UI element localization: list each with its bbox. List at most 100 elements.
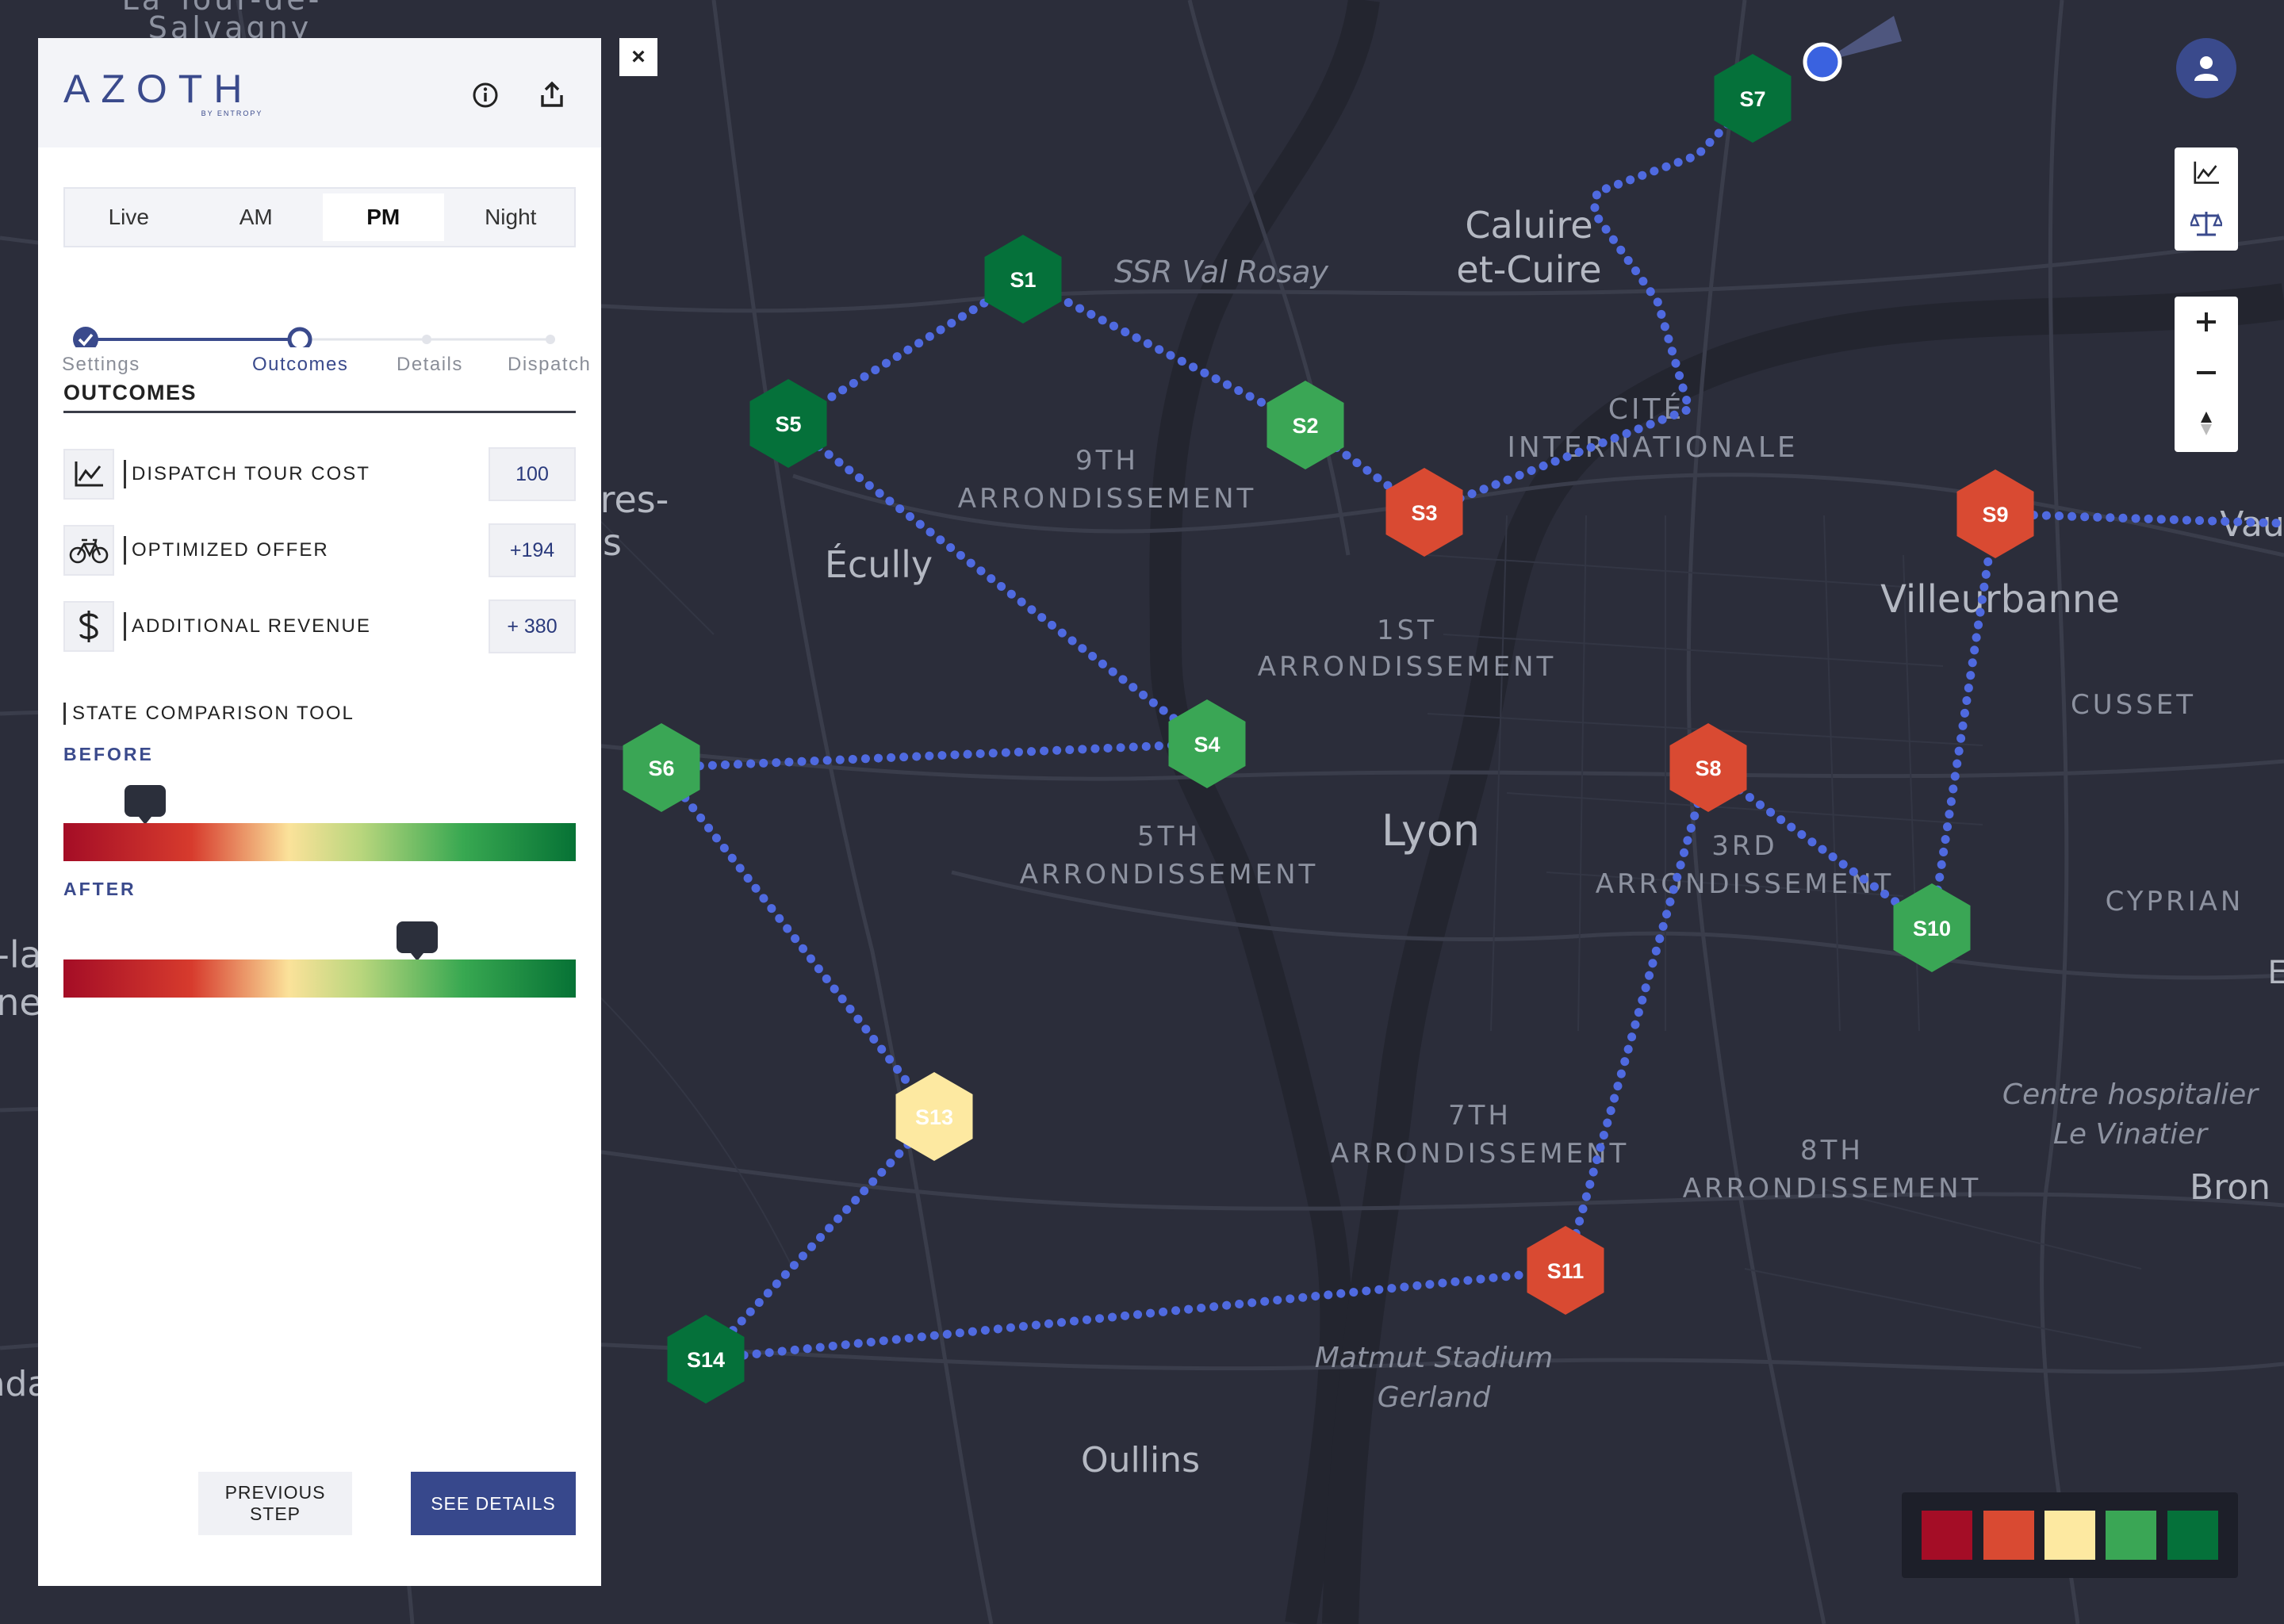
- map-place-label: E: [2267, 955, 2284, 991]
- station-label: S9: [1982, 503, 2008, 527]
- map-place-label: ARRONDISSEMENT: [1258, 651, 1557, 683]
- map-place-label: 5TH: [1137, 821, 1201, 852]
- previous-step-button[interactable]: PREVIOUS STEP: [198, 1472, 352, 1535]
- user-icon: [2194, 56, 2218, 81]
- logo-subtext: BY ENTROPY: [201, 109, 263, 117]
- map-place-label: 9TH: [1075, 445, 1139, 477]
- close-panel-button[interactable]: ×: [619, 38, 657, 76]
- map-place-label: SSR Val Rosay: [1114, 255, 1329, 289]
- analysis-controls: [2175, 147, 2238, 251]
- metric-value: +194: [489, 523, 576, 577]
- metric-additional-revenue: ADDITIONAL REVENUE + 380: [63, 598, 576, 655]
- after-gradient-bar: [63, 959, 576, 998]
- side-panel: AZOTH BY ENTROPY Live AM PM Night Settin…: [38, 38, 601, 1586]
- line-chart-icon: [2194, 161, 2219, 184]
- after-label: AFTER: [63, 879, 136, 899]
- map-place-label: -la: [0, 933, 42, 976]
- map-place-label: Bron: [2190, 1167, 2271, 1208]
- step-settings-check-icon[interactable]: [73, 327, 98, 347]
- map-place-label: 8TH: [1800, 1135, 1864, 1166]
- tab-pm[interactable]: PM: [323, 193, 444, 241]
- balance-button[interactable]: [2175, 198, 2238, 249]
- user-avatar-button[interactable]: [2176, 38, 2236, 98]
- map-place-label: CITÉ: [1608, 393, 1685, 426]
- step-label-settings[interactable]: Settings: [62, 354, 140, 376]
- metric-dispatch-tour-cost: DISPATCH TOUR COST 100: [63, 446, 576, 503]
- zoom-in-button[interactable]: [2175, 297, 2238, 347]
- station-label: S3: [1411, 501, 1437, 525]
- after-state-marker[interactable]: [396, 921, 438, 961]
- map-place-label: Villeurbanne: [1880, 577, 2120, 622]
- balance-scale-icon: [2190, 212, 2222, 236]
- legend-swatch-good: [2106, 1511, 2157, 1560]
- station-label: S8: [1695, 756, 1721, 780]
- outcomes-title: OUTCOMES: [63, 381, 197, 404]
- step-outcomes-current-icon[interactable]: [287, 327, 312, 347]
- map-place-label: INTERNATIONALE: [1507, 431, 1798, 464]
- plus-icon: [2197, 312, 2216, 331]
- map-place-label: 3RD: [1711, 830, 1777, 862]
- progress-stepper: Settings Outcomes Details Dispatch: [62, 284, 590, 375]
- map-place-label: ARRONDISSEMENT: [1331, 1138, 1630, 1170]
- map-place-label: ARRONDISSEMENT: [1020, 859, 1319, 891]
- step-label-details[interactable]: Details: [397, 354, 463, 376]
- map-place-label: 7TH: [1448, 1100, 1512, 1132]
- line-chart-icon: [63, 449, 114, 500]
- step-label-outcomes[interactable]: Outcomes: [252, 354, 348, 376]
- dollar-icon: [63, 601, 114, 652]
- metric-label: OPTIMIZED OFFER: [132, 539, 329, 561]
- tab-live[interactable]: Live: [68, 193, 190, 241]
- legend-swatch-excellent: [2167, 1511, 2218, 1560]
- panel-header: AZOTH BY ENTROPY: [38, 38, 601, 147]
- bicycle-icon: [63, 525, 114, 576]
- tab-night[interactable]: Night: [450, 193, 572, 241]
- metric-label: DISPATCH TOUR COST: [132, 463, 370, 485]
- map-place-label: Gerland: [1378, 1381, 1492, 1414]
- step-details-dot[interactable]: [422, 335, 431, 344]
- metric-label: ADDITIONAL REVENUE: [132, 615, 371, 637]
- legend-swatch-critical: [1922, 1511, 1973, 1560]
- zoom-out-button[interactable]: [2175, 347, 2238, 398]
- metric-divider: [124, 460, 126, 488]
- metric-divider: [124, 536, 126, 565]
- station-label: S4: [1194, 733, 1220, 756]
- map-place-label: ARRONDISSEMENT: [958, 483, 1257, 515]
- map-place-label: ARRONDISSEMENT: [1683, 1173, 1982, 1205]
- tab-am[interactable]: AM: [196, 193, 317, 241]
- step-label-dispatch[interactable]: Dispatch: [508, 354, 591, 376]
- station-label: S13: [915, 1105, 953, 1129]
- station-label: S2: [1292, 414, 1318, 438]
- metric-value: 100: [489, 447, 576, 501]
- stepper-track: [73, 327, 555, 347]
- map-place-label: Centre hospitalier: [2002, 1078, 2259, 1111]
- station-label: S14: [687, 1348, 725, 1372]
- map-place-label: Matmut Stadium: [1315, 1342, 1553, 1374]
- map-place-label: ne: [0, 981, 42, 1024]
- map-place-label: Oullins: [1081, 1440, 1200, 1480]
- station-label: S5: [775, 412, 801, 436]
- before-gradient-bar: [63, 823, 576, 861]
- station-label: S1: [1010, 268, 1036, 292]
- map-place-label: Écully: [825, 543, 933, 586]
- map-place-label: Le Vinatier: [2053, 1118, 2209, 1151]
- compass-icon: [2201, 412, 2212, 435]
- compass-button[interactable]: [2175, 398, 2238, 449]
- status-color-legend: [1902, 1492, 2238, 1578]
- chart-button[interactable]: [2175, 147, 2238, 198]
- map-place-label: s: [603, 521, 622, 564]
- before-state-marker[interactable]: [125, 785, 167, 825]
- map-place-label: ARRONDISSEMENT: [1596, 868, 1895, 900]
- share-button[interactable]: [535, 78, 569, 113]
- minus-icon: [2197, 371, 2216, 374]
- logo-text: AZOTH: [63, 67, 254, 111]
- state-comparison-title: STATE COMPARISON TOOL: [63, 703, 354, 725]
- map-place-label: 1ST: [1377, 615, 1437, 646]
- share-icon: [541, 81, 563, 107]
- info-button[interactable]: [468, 78, 503, 113]
- azoth-logo: AZOTH BY ENTROPY: [63, 67, 261, 117]
- step-dispatch-dot[interactable]: [546, 335, 555, 344]
- before-label: BEFORE: [63, 744, 154, 764]
- station-label: S10: [1913, 917, 1951, 940]
- see-details-button[interactable]: SEE DETAILS: [411, 1472, 576, 1535]
- station-label: S7: [1739, 87, 1765, 111]
